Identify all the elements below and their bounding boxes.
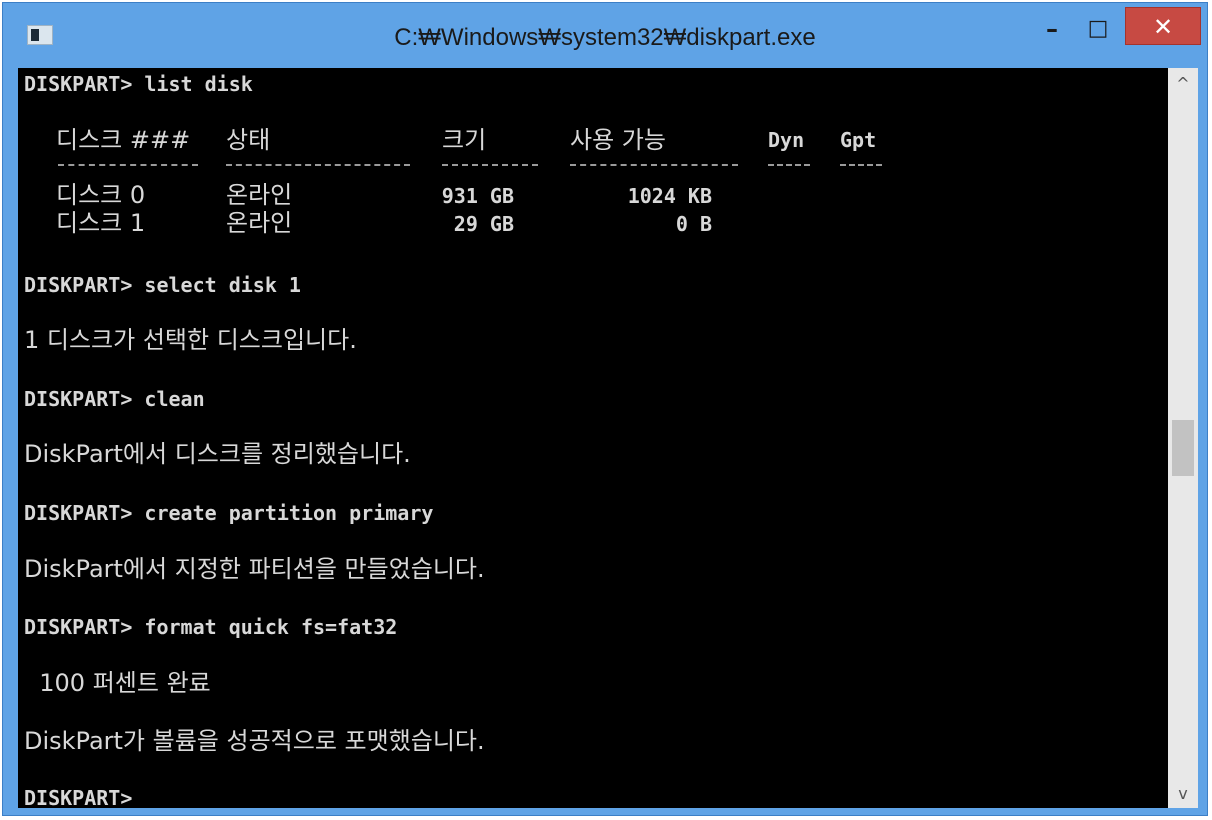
command-line: DISKPART> format quick fs=fat32: [24, 615, 398, 639]
table-cell-disk: 디스크 1: [56, 209, 146, 237]
scroll-down-arrow-icon[interactable]: v: [1168, 780, 1198, 808]
table-separator: [442, 164, 538, 168]
table-separator: [768, 164, 810, 168]
table-header-size: 크기: [442, 126, 487, 154]
table-cell-free: 1024 KB: [627, 184, 712, 208]
output-line: DiskPart가 볼륨을 성공적으로 포맷했습니다.: [24, 727, 485, 755]
table-cell-status: 온라인: [226, 181, 293, 209]
table-cell-free: 0 B: [675, 212, 712, 236]
table-separator: [840, 164, 882, 168]
table-header-disk: 디스크 ###: [56, 126, 191, 154]
table-separator: [58, 164, 198, 168]
table-header-dyn: Dyn: [768, 128, 805, 152]
title-bar[interactable]: C:₩Windows₩system32₩diskpart.exe – □ ✕: [3, 3, 1207, 67]
command-line: DISKPART> create partition primary: [24, 501, 434, 525]
command-line: DISKPART> select disk 1: [24, 273, 301, 297]
window-title: C:₩Windows₩system32₩diskpart.exe: [394, 24, 816, 51]
scroll-up-arrow-icon[interactable]: ^: [1168, 70, 1198, 98]
vertical-scrollbar[interactable]: ^ v: [1168, 68, 1198, 808]
table-cell-disk: 디스크 0: [56, 181, 146, 209]
console-output[interactable]: DISKPART> list disk 디스크 ### 상태 크기 사용 가능 …: [18, 68, 1168, 808]
command-prompt[interactable]: DISKPART>: [24, 784, 132, 808]
table-header-gpt: Gpt: [840, 128, 877, 152]
table-cell-size: 29 GB: [453, 212, 514, 236]
command-line: DISKPART> list disk: [24, 72, 253, 96]
table-cell-size: 931 GB: [441, 184, 514, 208]
table-header-free: 사용 가능: [570, 126, 666, 154]
progress-line: 100 퍼센트 완료: [24, 669, 211, 697]
output-line: DiskPart에서 디스크를 정리했습니다.: [24, 440, 411, 468]
table-header-status: 상태: [226, 126, 271, 154]
output-line: 1 디스크가 선택한 디스크입니다.: [24, 326, 357, 354]
table-cell-status: 온라인: [226, 209, 293, 237]
output-line: DiskPart에서 지정한 파티션을 만들었습니다.: [24, 555, 485, 583]
scroll-thumb[interactable]: [1172, 420, 1194, 476]
maximize-button[interactable]: □: [1079, 11, 1117, 47]
command-line: DISKPART> clean: [24, 387, 205, 411]
table-separator: [226, 164, 410, 168]
close-button[interactable]: ✕: [1125, 7, 1201, 45]
minimize-button[interactable]: –: [1033, 11, 1071, 47]
table-separator: [570, 164, 738, 168]
